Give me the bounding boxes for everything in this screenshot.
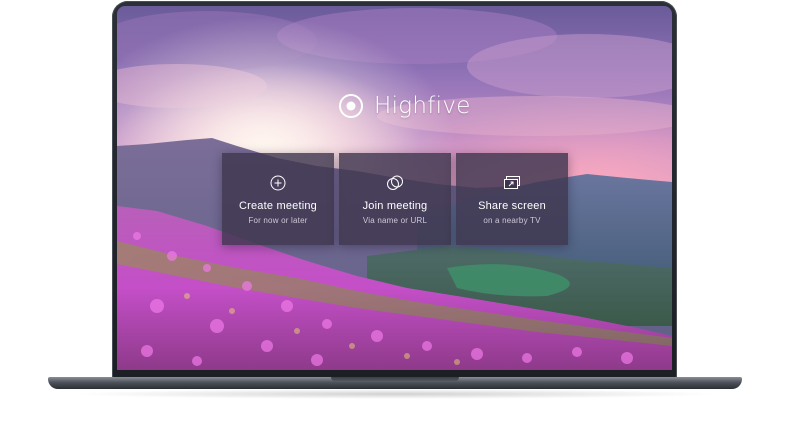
laptop-mockup: Highfive Create meeting For now or later bbox=[0, 0, 796, 424]
action-cards: Create meeting For now or later Join mee… bbox=[222, 153, 568, 245]
share-screen-icon bbox=[503, 174, 521, 192]
share-screen-button[interactable]: Share screen on a nearby TV bbox=[456, 153, 568, 245]
laptop-shadow bbox=[70, 389, 720, 399]
laptop-screen: Highfive Create meeting For now or later bbox=[117, 6, 672, 370]
create-meeting-button[interactable]: Create meeting For now or later bbox=[222, 153, 334, 245]
overlapping-circles-icon bbox=[386, 174, 404, 192]
join-meeting-subtitle: Via name or URL bbox=[362, 216, 428, 225]
create-meeting-subtitle: For now or later bbox=[248, 216, 308, 225]
share-screen-title: Share screen bbox=[478, 200, 546, 212]
highfive-logo-icon bbox=[338, 93, 364, 119]
app-logo: Highfive bbox=[338, 93, 471, 119]
join-meeting-title: Join meeting bbox=[362, 200, 428, 212]
plus-circle-icon bbox=[269, 174, 287, 192]
laptop-hinge-notch bbox=[331, 377, 459, 382]
app-name: Highfive bbox=[374, 93, 471, 119]
join-meeting-button[interactable]: Join meeting Via name or URL bbox=[339, 153, 451, 245]
share-screen-subtitle: on a nearby TV bbox=[483, 216, 541, 225]
create-meeting-title: Create meeting bbox=[238, 200, 317, 212]
